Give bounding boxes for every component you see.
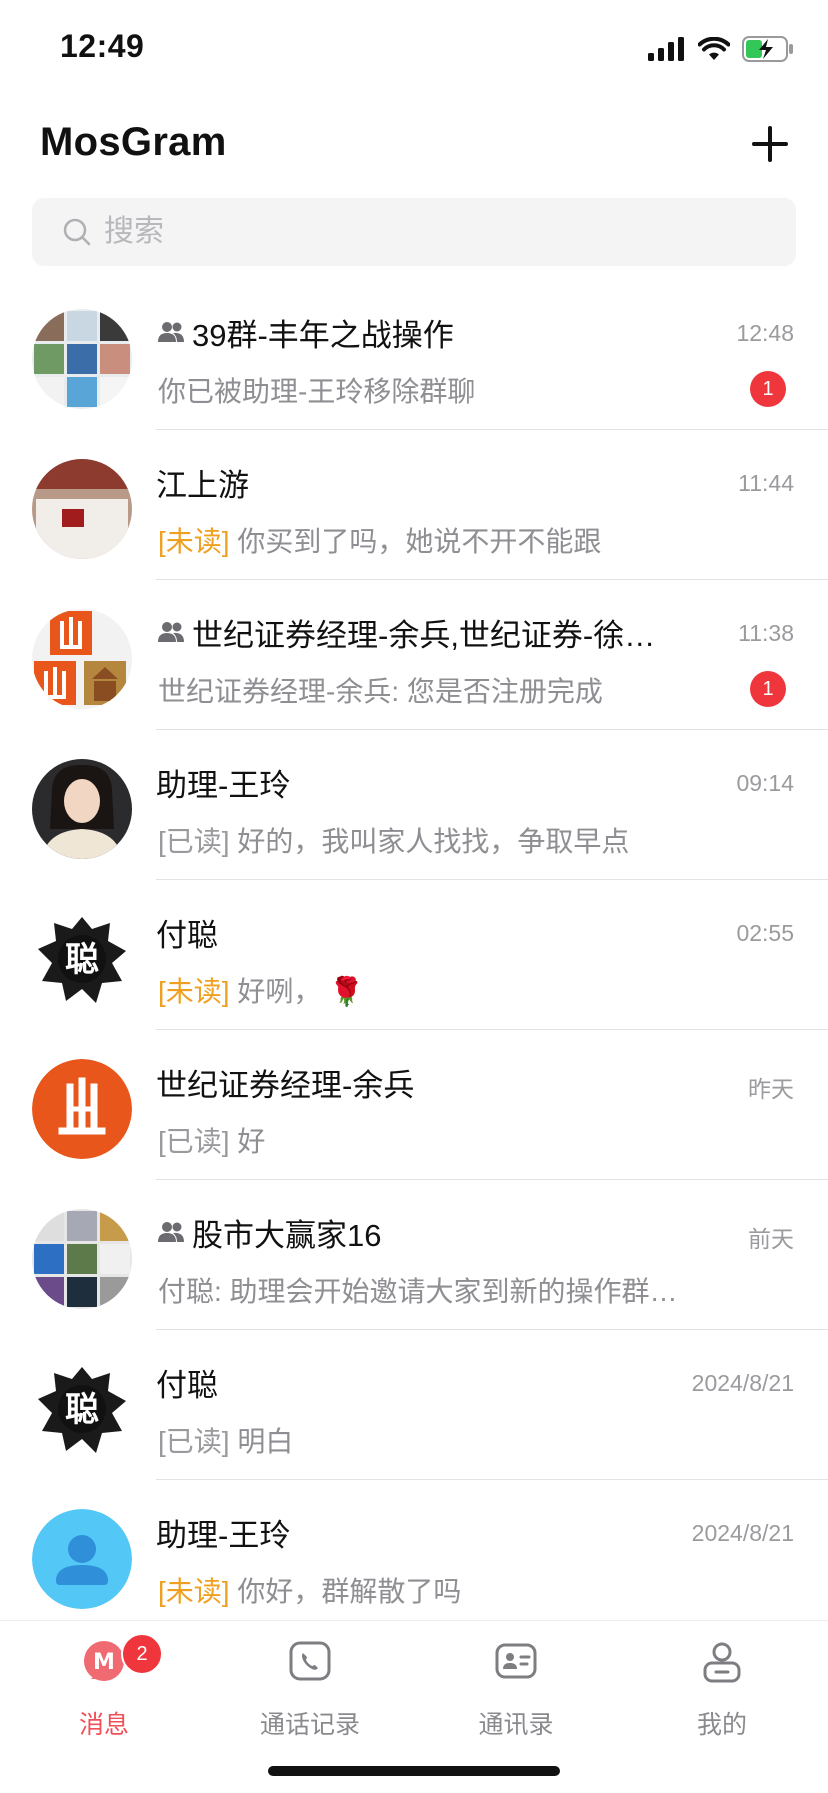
chat-time: 02:55 [736,920,794,946]
avatar [32,1209,132,1309]
wifi-icon [698,37,730,60]
chat-preview-text: 好的，我叫家人找找，争取早点 [237,826,630,857]
chat-preview-text: 世纪证券经理-余兵: 您是否注册完成 [158,676,603,707]
avatar [32,759,132,859]
unread-badge: 1 [750,371,786,407]
chat-row[interactable]: 助理-王玲 09:14 [已读] 好的，我叫家人找找，争取早点 [0,730,828,880]
unread-tag: [未读] [158,526,230,557]
read-tag: [已读] [158,826,230,857]
messages-icon: M [84,1641,124,1681]
avatar [32,1059,132,1159]
unread-badge: 1 [750,671,786,707]
avatar [32,309,132,409]
avatar [32,459,132,559]
chat-preview: [已读] 明白 [158,1420,718,1458]
chat-list: 39群-丰年之战操作 12:48 你已被助理-王玲移除群聊 1 江上游 11:4… [0,280,828,1630]
chat-preview-text: 付聪: 助理会开始邀请大家到新的操作群… [158,1276,678,1307]
tab-label: 我的 [696,1711,747,1739]
search-input[interactable] [102,214,756,250]
unread-tag: [未读] [158,976,230,1007]
chat-time: 2024/8/21 [691,1370,794,1396]
status-icons [648,32,794,66]
chat-row[interactable]: 股市大赢家16 前天 付聪: 助理会开始邀请大家到新的操作群… [0,1180,828,1330]
chat-title: 39群-丰年之战操作 [192,317,454,353]
chat-row[interactable]: 聪 付聪 2024/8/21 [已读] 明白 [0,1330,828,1480]
chat-preview: [未读] 好咧， 🌹 [158,970,718,1008]
chat-row[interactable]: 世纪证券经理-余兵 昨天 [已读] 好 [0,1030,828,1180]
chat-preview: [未读] 你好，群解散了吗 [158,1570,718,1608]
battery-charging-icon [742,36,793,62]
unread-tag: [未读] [158,1576,230,1607]
chat-preview-text: 好 [237,1126,266,1157]
read-tag: [已读] [158,1426,230,1457]
chat-title: 付聪 [156,917,218,953]
tab-contacts[interactable]: 通讯录 [441,1639,591,1749]
chat-time: 12:48 [736,320,794,346]
chat-time: 前天 [748,1226,794,1252]
status-bar: 12:49 [0,0,828,100]
chat-time: 2024/8/21 [691,1520,794,1546]
tab-label: 消息 [78,1711,129,1739]
home-indicator[interactable] [268,1766,560,1776]
group-icon [158,1222,184,1242]
search-bar[interactable] [32,198,796,266]
avatar [32,609,132,709]
group-icon [158,322,184,342]
chat-title: 股市大赢家16 [192,1217,382,1253]
chat-row[interactable]: 聪 付聪 02:55 [未读] 好咧， 🌹 [0,880,828,1030]
chat-title: 世纪证券经理-余兵,世纪证券-徐… [192,617,656,653]
plus-icon[interactable] [748,122,792,166]
group-icon [158,622,184,642]
chat-preview-text: 你买到了吗，她说不开不能跟 [237,526,602,557]
contacts-icon [495,1643,537,1679]
app-title: MosGram [40,120,227,164]
chat-preview: [已读] 好的，我叫家人找找，争取早点 [158,820,718,858]
tab-badge: 2 [121,1633,163,1675]
chat-preview-text: 你好，群解散了吗 [237,1576,462,1607]
chat-preview: 世纪证券经理-余兵: 您是否注册完成 [158,670,718,708]
chat-time: 昨天 [748,1076,794,1102]
read-tag: [已读] [158,1126,230,1157]
status-time: 12:49 [60,28,145,64]
app-header: MosGram [0,100,828,200]
svg-text:聪: 聪 [65,1390,99,1430]
chat-title: 助理-王玲 [156,1517,291,1553]
chat-preview-text: 好咧， 🌹 [237,976,364,1007]
cellular-signal-icon [648,37,684,61]
chat-preview: 付聪: 助理会开始邀请大家到新的操作群… [158,1270,718,1308]
tab-label: 通话记录 [259,1711,360,1739]
tab-messages[interactable]: M 2 消息 [29,1633,179,1749]
chat-title: 助理-王玲 [156,767,291,803]
call-log-icon [289,1641,331,1681]
chat-preview-text: 明白 [237,1426,294,1457]
tab-profile[interactable]: 我的 [647,1639,797,1749]
chat-preview: [未读] 你买到了吗，她说不开不能跟 [158,520,718,558]
chat-title: 世纪证券经理-余兵 [156,1067,415,1103]
search-icon [63,218,91,246]
svg-text:M: M [93,1650,115,1675]
tab-call-log[interactable]: 通话记录 [235,1639,385,1749]
chat-row[interactable]: 助理-王玲 2024/8/21 [未读] 你好，群解散了吗 [0,1480,828,1630]
chat-row[interactable]: 39群-丰年之战操作 12:48 你已被助理-王玲移除群聊 1 [0,280,828,430]
chat-title: 江上游 [156,467,249,503]
chat-time: 11:44 [738,470,794,496]
chat-preview-text: 你已被助理-王玲移除群聊 [158,376,476,407]
chat-row[interactable]: 世纪证券经理-余兵,世纪证券-徐… 11:38 世纪证券经理-余兵: 您是否注册… [0,580,828,730]
chat-time: 09:14 [736,770,794,796]
svg-text:聪: 聪 [65,940,99,980]
chat-time: 11:38 [738,620,794,646]
chat-preview: [已读] 好 [158,1120,718,1158]
chat-row[interactable]: 江上游 11:44 [未读] 你买到了吗，她说不开不能跟 [0,430,828,580]
tab-label: 通讯录 [478,1711,554,1739]
profile-icon [703,1642,741,1683]
avatar [32,1509,132,1609]
chat-preview: 你已被助理-王玲移除群聊 [158,370,718,408]
avatar: 聪 [32,1359,132,1459]
chat-title: 付聪 [156,1367,218,1403]
avatar: 聪 [32,909,132,1009]
